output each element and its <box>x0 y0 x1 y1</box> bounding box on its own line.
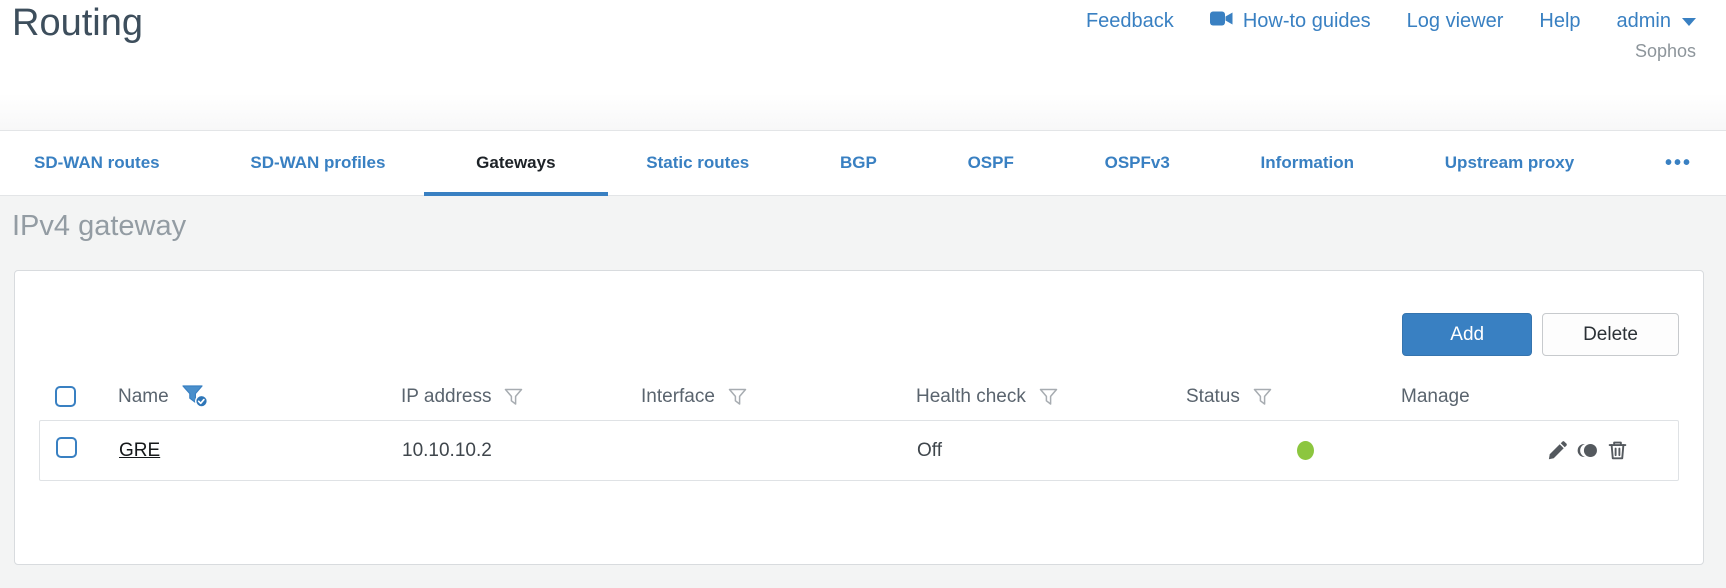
health-check-cell: Off <box>917 439 942 461</box>
status-filter-icon[interactable] <box>1253 388 1272 406</box>
tab-more[interactable]: ••• <box>1665 131 1692 195</box>
column-label-health-check: Health check <box>916 385 1026 407</box>
ip-address-filter-icon[interactable] <box>504 388 523 406</box>
howto-guides-link[interactable]: How-to guides <box>1209 10 1371 33</box>
header-nav: Feedback How-to guides Log viewer Help a… <box>1086 10 1696 33</box>
section-heading: IPv4 gateway <box>12 210 187 242</box>
name-filter-active-icon[interactable] <box>182 385 209 408</box>
column-header-interface: Interface <box>626 386 901 408</box>
column-label-status: Status <box>1186 385 1240 407</box>
table-row: GRE 10.10.10.2 Off <box>39 420 1679 481</box>
column-header-health-check: Health check <box>901 386 1171 408</box>
routing-page: Routing Feedback How-to guides Log viewe… <box>0 0 1726 565</box>
tab-bar: SD-WAN routes SD-WAN profiles Gateways S… <box>0 131 1726 196</box>
clone-icon[interactable] <box>1577 440 1598 461</box>
howto-guides-label: How-to guides <box>1242 10 1371 32</box>
column-label-name: Name <box>118 385 169 407</box>
row-checkbox[interactable] <box>56 437 77 458</box>
tab-bgp[interactable]: BGP <box>840 131 877 195</box>
tab-ospf[interactable]: OSPF <box>968 131 1014 195</box>
edit-pencil-icon[interactable] <box>1547 440 1568 461</box>
tab-sd-wan-profiles[interactable]: SD-WAN profiles <box>250 131 385 195</box>
page-title: Routing <box>12 2 143 44</box>
video-camera-icon <box>1209 10 1234 33</box>
content-area: IPv4 gateway Add Delete Name IP address … <box>0 210 1726 565</box>
help-link[interactable]: Help <box>1539 10 1580 33</box>
table-actions: Add Delete <box>39 271 1679 356</box>
column-label-interface: Interface <box>641 385 715 407</box>
tab-information[interactable]: Information <box>1261 131 1355 195</box>
status-dot <box>1297 440 1314 460</box>
table-header: Name IP address Interface Health check S… <box>39 373 1679 420</box>
admin-menu[interactable]: admin <box>1617 10 1696 33</box>
tab-upstream-proxy[interactable]: Upstream proxy <box>1445 131 1574 195</box>
health-check-filter-icon[interactable] <box>1039 388 1058 406</box>
chevron-down-icon <box>1682 17 1696 26</box>
log-viewer-link[interactable]: Log viewer <box>1407 10 1504 33</box>
manage-cell <box>1387 440 1678 461</box>
trash-icon[interactable] <box>1607 440 1628 461</box>
select-all-cell <box>39 386 103 407</box>
tab-sd-wan-routes[interactable]: SD-WAN routes <box>34 131 160 195</box>
interface-filter-icon[interactable] <box>728 388 747 406</box>
add-button[interactable]: Add <box>1402 313 1533 356</box>
ellipsis-icon: ••• <box>1664 151 1692 174</box>
row-select-cell <box>40 437 104 464</box>
header-right: Feedback How-to guides Log viewer Help a… <box>1086 0 1696 130</box>
select-all-checkbox[interactable] <box>55 386 76 407</box>
page-header: Routing Feedback How-to guides Log viewe… <box>0 0 1726 131</box>
column-header-ip-address: IP address <box>386 386 626 408</box>
tab-static-routes[interactable]: Static routes <box>646 131 749 195</box>
ip-address-cell: 10.10.10.2 <box>402 439 492 461</box>
column-header-manage: Manage <box>1386 386 1679 408</box>
column-label-manage: Manage <box>1401 385 1470 407</box>
gateway-name-link[interactable]: GRE <box>119 440 160 461</box>
admin-label: admin <box>1616 10 1671 32</box>
status-cell <box>1172 440 1387 462</box>
brand-label: Sophos <box>1634 41 1696 61</box>
tab-gateways[interactable]: Gateways <box>423 131 609 196</box>
column-label-ip-address: IP address <box>401 385 492 407</box>
name-cell: GRE <box>104 440 387 462</box>
ipv4-gateway-card: Add Delete Name IP address Interface Hea… <box>14 270 1704 565</box>
column-header-status: Status <box>1171 386 1386 408</box>
feedback-link[interactable]: Feedback <box>1086 10 1174 33</box>
tab-ospfv3[interactable]: OSPFv3 <box>1105 131 1170 195</box>
delete-button[interactable]: Delete <box>1542 313 1679 356</box>
column-header-name: Name <box>103 385 386 408</box>
